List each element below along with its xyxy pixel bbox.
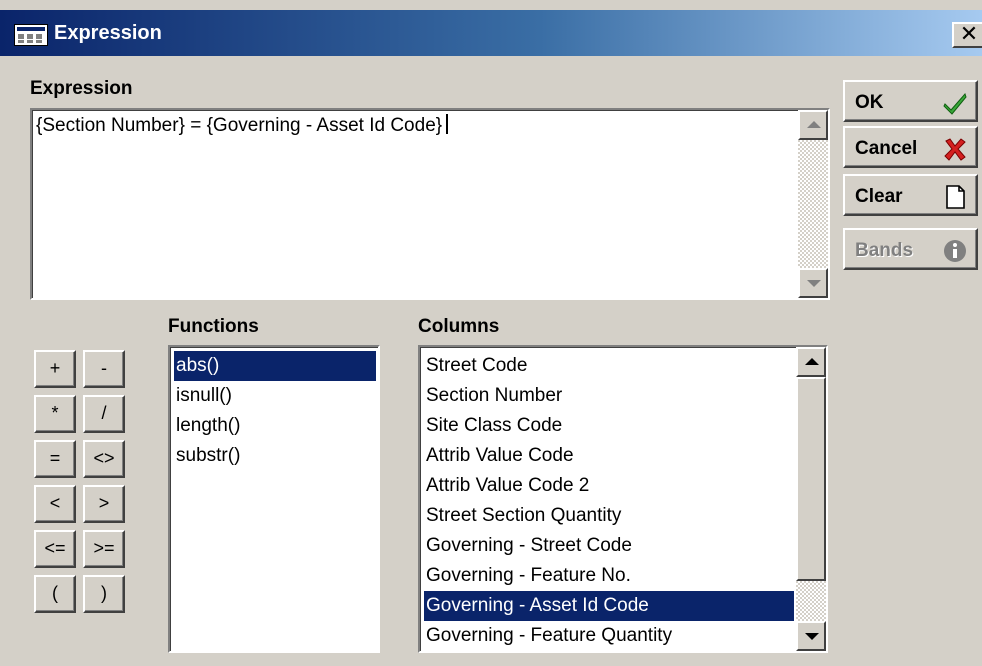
expression-dialog: Expression ✕ Expression {Section Number}… (0, 0, 982, 666)
close-paren-operator-button[interactable]: ) (83, 575, 125, 613)
green-checkmark-icon (943, 93, 967, 115)
less-than-operator-button[interactable]: < (34, 485, 76, 523)
bands-label: Bands (855, 240, 914, 261)
text-caret (446, 114, 449, 134)
columns-list-item[interactable]: Section Number (424, 381, 794, 411)
arrow-up-icon (807, 121, 821, 128)
columns-list-item[interactable]: Governing - Feature Quantity (424, 621, 794, 651)
functions-list-item[interactable]: length() (174, 411, 376, 441)
blank-page-icon (946, 185, 965, 209)
columns-scrollbar[interactable] (796, 347, 826, 651)
columns-list-item[interactable]: Governing - Street Code (424, 531, 794, 561)
scroll-up-button[interactable] (796, 347, 826, 377)
ok-button[interactable]: OK (843, 80, 978, 122)
clear-label: Clear (855, 186, 903, 207)
open-paren-operator-button[interactable]: ( (34, 575, 76, 613)
greater-equal-operator-button[interactable]: >= (83, 530, 125, 568)
columns-label: Columns (418, 316, 500, 337)
cancel-label: Cancel (855, 138, 918, 159)
red-x-icon (944, 138, 966, 161)
functions-list-item[interactable]: substr() (174, 441, 376, 471)
columns-list-item[interactable]: Governing - Feature No. (424, 561, 794, 591)
expression-text: {Section Number} = {Governing - Asset Id… (36, 114, 449, 137)
title-bar[interactable]: Expression ✕ (0, 10, 982, 56)
arrow-down-icon (805, 633, 819, 640)
close-button[interactable]: ✕ (952, 22, 982, 48)
divide-operator-button[interactable]: / (83, 395, 125, 433)
columns-list-item[interactable]: Governing - Asset Id Code (424, 591, 794, 621)
expression-textarea[interactable]: {Section Number} = {Governing - Asset Id… (30, 108, 830, 300)
bands-button[interactable]: Bands (843, 228, 978, 270)
functions-list[interactable]: abs() isnull() length() substr() (168, 345, 380, 653)
expression-label: Expression (30, 78, 133, 99)
expression-value: {Section Number} = {Governing - Asset Id… (36, 115, 443, 136)
less-equal-operator-button[interactable]: <= (34, 530, 76, 568)
columns-list-item[interactable]: Attrib Value Code 2 (424, 471, 794, 501)
scroll-up-button[interactable] (798, 110, 828, 140)
greater-than-operator-button[interactable]: > (83, 485, 125, 523)
window-title: Expression (54, 22, 162, 44)
plus-operator-button[interactable]: + (34, 350, 76, 388)
multiply-operator-button[interactable]: * (34, 395, 76, 433)
info-icon (944, 240, 966, 262)
minus-operator-button[interactable]: - (83, 350, 125, 388)
clear-button[interactable]: Clear (843, 174, 978, 216)
functions-list-item[interactable]: abs() (174, 351, 376, 381)
ok-label: OK (855, 92, 884, 113)
columns-list-item[interactable]: Site Class Code (424, 411, 794, 441)
cancel-button[interactable]: Cancel (843, 126, 978, 168)
not-equal-operator-button[interactable]: <> (83, 440, 125, 478)
columns-list-item[interactable]: Street Section Quantity (424, 501, 794, 531)
arrow-up-icon (805, 358, 819, 365)
columns-list-item[interactable]: Attrib Value Code (424, 441, 794, 471)
columns-list-item[interactable]: Street Code (424, 351, 794, 381)
expression-app-icon (14, 24, 48, 46)
arrow-down-icon (807, 280, 821, 287)
scroll-down-button[interactable] (798, 268, 828, 298)
functions-label: Functions (168, 316, 259, 337)
scroll-down-button[interactable] (796, 621, 826, 651)
equals-operator-button[interactable]: = (34, 440, 76, 478)
expression-scrollbar[interactable] (798, 110, 828, 298)
close-icon: ✕ (959, 21, 979, 46)
functions-list-item[interactable]: isnull() (174, 381, 376, 411)
scroll-thumb[interactable] (796, 377, 826, 581)
columns-list[interactable]: Street Code Section Number Site Class Code… (418, 345, 828, 653)
